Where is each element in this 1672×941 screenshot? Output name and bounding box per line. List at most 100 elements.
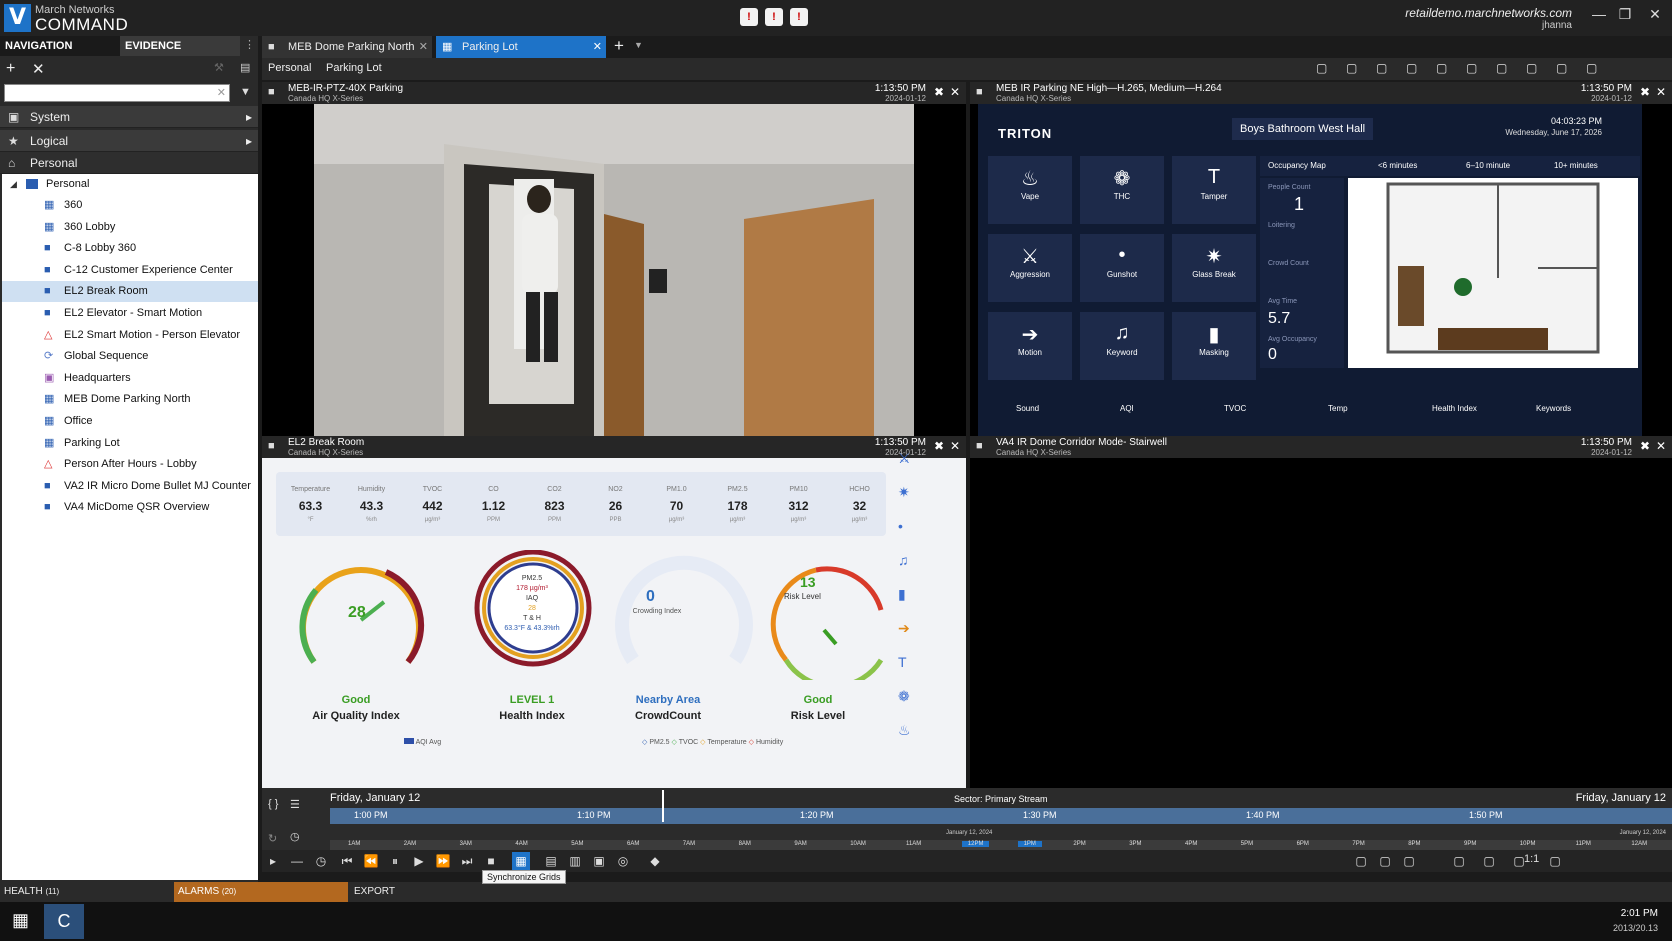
- tree-item[interactable]: ■ VA4 MicDome QSR Overview: [2, 497, 258, 518]
- sync-icon[interactable]: ↻: [268, 832, 277, 845]
- tab-evidence[interactable]: EVIDENCE: [120, 36, 240, 56]
- skip-forward-icon[interactable]: ⏭: [458, 852, 476, 870]
- layout-edit-icon[interactable]: ▢: [1376, 61, 1387, 75]
- triton-card[interactable]: • Gunshot: [1080, 234, 1164, 302]
- windows-start-icon[interactable]: ▦: [12, 910, 29, 931]
- video-pane-1[interactable]: ■ MEB-IR-PTZ-40X Parking Canada HQ X-Ser…: [262, 82, 966, 436]
- timeline[interactable]: { } ☰ ↻ ◷ Friday, January 12 Sector: Pri…: [262, 788, 1672, 850]
- bracket-icon[interactable]: { }: [268, 798, 278, 810]
- chevron-down-icon[interactable]: ▼: [634, 40, 643, 50]
- triton-card[interactable]: T Tamper: [1172, 156, 1256, 224]
- tree-item[interactable]: ■ EL2 Elevator - Smart Motion: [2, 303, 258, 324]
- close-button[interactable]: ✕: [1642, 4, 1668, 24]
- command-app-icon[interactable]: C: [44, 904, 84, 939]
- alarms-tab[interactable]: ALARMS (20): [174, 882, 348, 902]
- pause-icon[interactable]: ⏸: [386, 852, 404, 870]
- tab-meb-dome[interactable]: ■ MEB Dome Parking North ✕: [262, 36, 432, 58]
- triton-card[interactable]: ✷ Glass Break: [1172, 234, 1256, 302]
- triton-bottom-tab[interactable]: TVOC: [1224, 404, 1246, 413]
- zoom-fit-icon[interactable]: ▢: [1352, 852, 1370, 870]
- close-pane-icon[interactable]: ✕: [1656, 439, 1666, 453]
- triton-bottom-tab[interactable]: Sound: [1016, 404, 1039, 413]
- play-icon[interactable]: ▶: [410, 852, 428, 870]
- rewind-icon[interactable]: ⏪: [362, 852, 380, 870]
- timeline-upper-track[interactable]: 1:00 PM 1:10 PM 1:20 PM 1:30 PM 1:40 PM 1:50 …: [330, 808, 1672, 824]
- close-pane-icon[interactable]: ✕: [1656, 85, 1666, 99]
- snapshot-multi-icon[interactable]: ▣: [590, 852, 608, 870]
- tree-item[interactable]: ▣ Headquarters: [2, 368, 258, 389]
- tree-item[interactable]: ▦ 360 Lobby: [2, 217, 258, 238]
- search-input[interactable]: ✕: [4, 84, 230, 102]
- stop-icon[interactable]: ■: [482, 852, 500, 870]
- tree-item[interactable]: ⟳ Global Sequence: [2, 346, 258, 367]
- tree-item[interactable]: △ Person After Hours - Lobby: [2, 454, 258, 475]
- tree-root-personal[interactable]: ◢ Personal: [2, 174, 258, 195]
- close-icon[interactable]: ✕: [32, 60, 45, 78]
- maximize-pane-icon[interactable]: ✖: [934, 85, 944, 99]
- nav-section-personal[interactable]: ⌂ Personal: [0, 152, 258, 174]
- calendar-icon[interactable]: ▢: [1406, 61, 1417, 75]
- layout-icon[interactable]: ▤: [240, 61, 250, 74]
- add-tab-icon[interactable]: +: [614, 36, 624, 56]
- tree-item[interactable]: ■ EL2 Break Room: [2, 281, 258, 303]
- close-tab-icon[interactable]: ✕: [593, 36, 602, 58]
- export-tab[interactable]: EXPORT: [354, 882, 395, 902]
- window-icon[interactable]: ▢: [1556, 61, 1567, 75]
- lock-icon[interactable]: ▢: [1316, 61, 1327, 75]
- calendar-icon[interactable]: ▤: [542, 852, 560, 870]
- minimize-button[interactable]: —: [1586, 4, 1612, 24]
- breadcrumb-item[interactable]: Personal: [268, 62, 311, 74]
- camera-snapshot-icon[interactable]: ◎: [614, 852, 632, 870]
- grid-layout-icon[interactable]: ▢: [1436, 61, 1447, 75]
- triton-card[interactable]: ⚔ Aggression: [988, 234, 1072, 302]
- triton-card[interactable]: ♫ Keyword: [1080, 312, 1164, 380]
- tree-item[interactable]: ▦ 360: [2, 195, 258, 216]
- move-icon[interactable]: ▢: [1400, 852, 1418, 870]
- triton-bottom-tab[interactable]: Temp: [1328, 404, 1348, 413]
- nav-section-logical[interactable]: ★ Logical ▸: [0, 130, 258, 152]
- audio-icon[interactable]: ▢: [1546, 852, 1564, 870]
- pin-icon[interactable]: ⋮: [244, 38, 255, 51]
- triton-bottom-tab[interactable]: AQI: [1120, 404, 1134, 413]
- layout-icon[interactable]: ▢: [1376, 852, 1394, 870]
- ptz-icon[interactable]: ▢: [1496, 61, 1507, 75]
- sync-grids-icon[interactable]: ▦: [512, 852, 530, 870]
- tab-navigation[interactable]: NAVIGATION: [0, 36, 120, 56]
- list-icon[interactable]: ☰: [290, 798, 300, 811]
- tree-item[interactable]: △ EL2 Smart Motion - Person Elevator: [2, 325, 258, 346]
- filter-icon[interactable]: ▼: [240, 86, 251, 98]
- tree-item[interactable]: ■ VA2 IR Micro Dome Bullet MJ Counter: [2, 476, 258, 497]
- alarm-icon[interactable]: !: [740, 8, 758, 26]
- skip-back-icon[interactable]: ⏮: [338, 852, 356, 870]
- triton-card[interactable]: ❁ THC: [1080, 156, 1164, 224]
- video-pane-2[interactable]: ■ MEB IR Parking NE High—H.265, Medium—H…: [970, 82, 1672, 436]
- triton-card[interactable]: ♨ Vape: [988, 156, 1072, 224]
- clear-icon[interactable]: ✕: [217, 86, 226, 99]
- triton-bottom-tab[interactable]: Health Index: [1432, 404, 1477, 413]
- fullscreen-icon[interactable]: ▢: [1450, 852, 1468, 870]
- add-icon[interactable]: +: [6, 60, 15, 78]
- history-icon[interactable]: ◷: [312, 852, 330, 870]
- triton-card[interactable]: ➔ Motion: [988, 312, 1072, 380]
- tree-item[interactable]: ▦ Office: [2, 411, 258, 432]
- tree-item[interactable]: ■ C-8 Lobby 360: [2, 238, 258, 259]
- close-pane-icon[interactable]: ✕: [950, 439, 960, 453]
- settings-icon[interactable]: ▢: [1480, 852, 1498, 870]
- fullscreen-icon[interactable]: ▢: [1586, 61, 1597, 75]
- fast-forward-icon[interactable]: ⏩: [434, 852, 452, 870]
- maximize-button[interactable]: ❐: [1612, 4, 1638, 24]
- video-pane-3[interactable]: ■ EL2 Break Room Canada HQ X-Series 1:13…: [262, 436, 966, 788]
- tab-parking-lot[interactable]: ▦ Parking Lot ✕: [436, 36, 606, 58]
- triton-bottom-tab[interactable]: Keywords: [1536, 404, 1571, 413]
- tag-icon[interactable]: ◆: [646, 852, 664, 870]
- alarm-icon[interactable]: !: [765, 8, 783, 26]
- select-icon[interactable]: ▸: [264, 852, 282, 870]
- text-overlay-icon[interactable]: ▢: [1526, 61, 1537, 75]
- alarm-icon[interactable]: !: [790, 8, 808, 26]
- close-pane-icon[interactable]: ✕: [950, 85, 960, 99]
- wrench-icon[interactable]: ⚒: [214, 61, 224, 74]
- close-tab-icon[interactable]: ✕: [419, 36, 428, 58]
- clock-icon[interactable]: ◷: [290, 830, 300, 843]
- maximize-pane-icon[interactable]: ✖: [934, 439, 944, 453]
- playhead[interactable]: [662, 790, 664, 822]
